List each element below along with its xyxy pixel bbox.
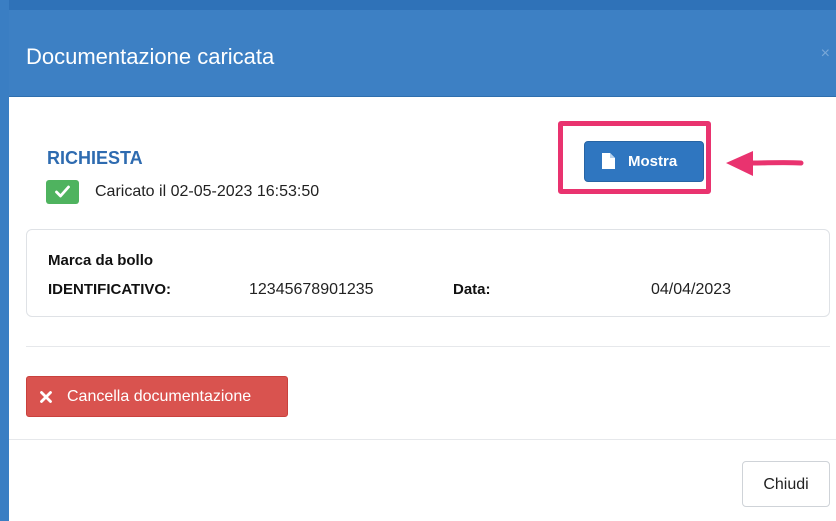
file-icon — [602, 153, 615, 173]
close-button[interactable]: Chiudi — [742, 461, 830, 507]
modal-header: Documentazione caricata × — [9, 10, 836, 97]
identifier-value: 12345678901235 — [249, 281, 374, 298]
modal-title: Documentazione caricata — [26, 44, 275, 69]
show-button-label: Mostra — [628, 153, 678, 170]
close-icon[interactable]: × — [821, 46, 830, 62]
delete-button-label: Cancella documentazione — [67, 388, 252, 405]
documentation-modal: Documentazione caricata × RICHIESTA Cari… — [9, 10, 836, 521]
pointer-arrow-icon — [726, 151, 804, 176]
footer-divider — [9, 439, 836, 440]
date-label: Data: — [453, 281, 491, 298]
section-divider — [26, 346, 830, 347]
date-value: 04/04/2023 — [651, 281, 732, 298]
check-icon — [46, 180, 79, 204]
background-page-edge — [0, 0, 9, 521]
document-label: RICHIESTA — [47, 148, 143, 168]
times-icon — [40, 390, 52, 408]
upload-status-text: Caricato il 02-05-2023 16:53:50 — [95, 183, 320, 200]
close-button-label: Chiudi — [763, 476, 809, 493]
show-document-button[interactable]: Mostra — [584, 141, 704, 182]
delete-documentation-button[interactable]: Cancella documentazione — [26, 376, 288, 417]
identifier-label: IDENTIFICATIVO: — [48, 281, 172, 298]
stamp-title: Marca da bollo — [48, 252, 154, 269]
background-page-strip — [0, 0, 836, 10]
stamp-info-card: Marca da bollo IDENTIFICATIVO: 123456789… — [26, 229, 830, 317]
